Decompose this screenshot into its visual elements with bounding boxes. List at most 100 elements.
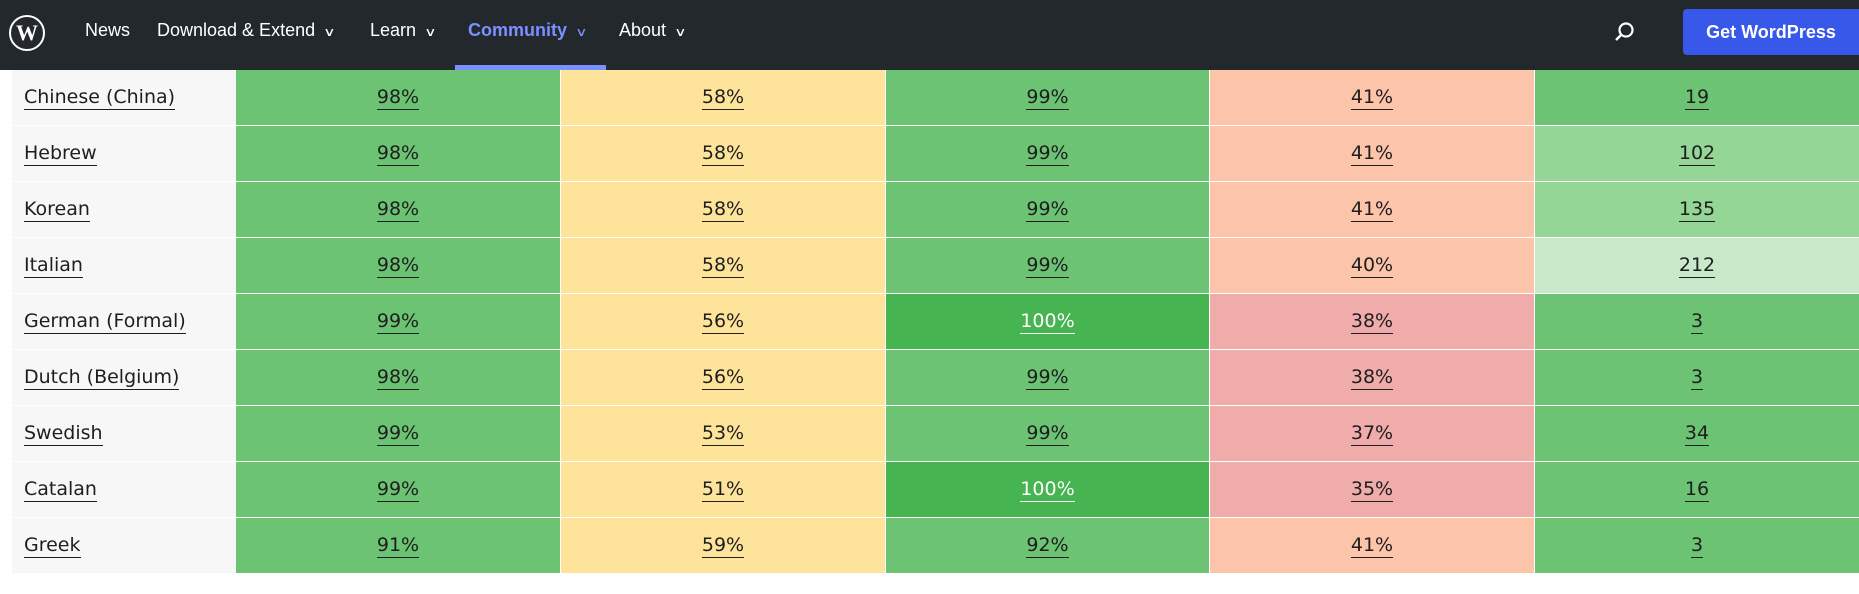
- locale-name-cell: Dutch (Belgium): [12, 350, 236, 405]
- stat-cell: 3: [1535, 294, 1859, 349]
- nav-community[interactable]: Community ∨: [468, 20, 588, 41]
- nav-download-extend[interactable]: Download & Extend ∨: [157, 20, 336, 41]
- stat-cell: 99%: [886, 238, 1209, 293]
- stat-link[interactable]: 98%: [376, 197, 420, 222]
- stat-link[interactable]: 41%: [1350, 141, 1394, 166]
- stat-link[interactable]: 58%: [701, 197, 745, 222]
- stat-link[interactable]: 212: [1678, 253, 1716, 278]
- stat-cell: 98%: [236, 70, 560, 125]
- stat-link[interactable]: 34: [1684, 421, 1710, 446]
- stat-link[interactable]: 38%: [1350, 309, 1394, 334]
- stat-link[interactable]: 98%: [376, 253, 420, 278]
- get-wordpress-button[interactable]: Get WordPress: [1683, 9, 1859, 55]
- chevron-down-icon: ∨: [674, 25, 687, 39]
- stat-cell: 99%: [886, 182, 1209, 237]
- stat-link[interactable]: 98%: [376, 85, 420, 110]
- stat-link[interactable]: 98%: [376, 365, 420, 390]
- stat-link[interactable]: 99%: [376, 421, 420, 446]
- stat-cell: 99%: [236, 462, 560, 517]
- stat-cell: 98%: [236, 182, 560, 237]
- locale-link[interactable]: German (Formal): [24, 309, 186, 334]
- stat-link[interactable]: 99%: [376, 477, 420, 502]
- locale-link[interactable]: Korean: [24, 197, 90, 222]
- stat-link[interactable]: 100%: [1020, 477, 1075, 502]
- stat-link[interactable]: 3: [1690, 533, 1704, 558]
- locale-link[interactable]: Swedish: [24, 421, 103, 446]
- stat-cell: 59%: [561, 518, 885, 573]
- stat-link[interactable]: 56%: [701, 365, 745, 390]
- stat-link[interactable]: 16: [1684, 477, 1710, 502]
- chevron-down-icon: ∨: [424, 25, 437, 39]
- stat-cell: 3: [1535, 518, 1859, 573]
- stat-link[interactable]: 98%: [376, 141, 420, 166]
- stat-link[interactable]: 99%: [1026, 197, 1069, 222]
- stat-link[interactable]: 58%: [701, 85, 745, 110]
- stat-link[interactable]: 3: [1690, 309, 1704, 334]
- stat-link[interactable]: 99%: [1026, 421, 1069, 446]
- nav-label: Community: [468, 20, 567, 40]
- table-row: Chinese (China) 98% 58% 99% 41% 19: [12, 70, 1859, 126]
- stat-cell: 40%: [1210, 238, 1534, 293]
- stat-cell: 53%: [561, 406, 885, 461]
- stat-link[interactable]: 37%: [1350, 421, 1394, 446]
- stat-link[interactable]: 99%: [1026, 85, 1069, 110]
- stat-link[interactable]: 40%: [1350, 253, 1394, 278]
- stat-cell: 99%: [886, 350, 1209, 405]
- locale-link[interactable]: Greek: [24, 533, 81, 558]
- locale-link[interactable]: Italian: [24, 253, 83, 278]
- search-icon[interactable]: [1612, 20, 1636, 44]
- nav-label: Download & Extend: [157, 20, 316, 40]
- stat-link[interactable]: 41%: [1350, 197, 1394, 222]
- locale-name-cell: Hebrew: [12, 126, 236, 181]
- chevron-down-icon: ∨: [323, 25, 336, 39]
- stat-link[interactable]: 41%: [1350, 533, 1394, 558]
- nav-label: Learn: [370, 20, 417, 40]
- stat-cell: 58%: [561, 126, 885, 181]
- wordpress-logo-icon[interactable]: W: [9, 15, 45, 51]
- stat-cell: 99%: [886, 406, 1209, 461]
- locale-link[interactable]: Catalan: [24, 477, 97, 502]
- stat-link[interactable]: 58%: [701, 141, 745, 166]
- nav-news[interactable]: News: [85, 20, 130, 41]
- stat-link[interactable]: 35%: [1350, 477, 1394, 502]
- stat-link[interactable]: 91%: [376, 533, 420, 558]
- table-row: Hebrew 98% 58% 99% 41% 102: [12, 126, 1859, 182]
- locale-name-cell: Korean: [12, 182, 236, 237]
- stat-link[interactable]: 58%: [701, 253, 745, 278]
- stat-link[interactable]: 100%: [1020, 309, 1075, 334]
- locale-name-cell: Catalan: [12, 462, 236, 517]
- stat-link[interactable]: 38%: [1350, 365, 1394, 390]
- stat-cell: 98%: [236, 350, 560, 405]
- stat-cell: 3: [1535, 350, 1859, 405]
- stat-link[interactable]: 53%: [701, 421, 745, 446]
- stat-cell: 92%: [886, 518, 1209, 573]
- locale-link[interactable]: Hebrew: [24, 141, 97, 166]
- stat-cell: 41%: [1210, 518, 1534, 573]
- stat-cell: 99%: [236, 294, 560, 349]
- chevron-down-icon: ∨: [575, 25, 588, 39]
- stat-link[interactable]: 99%: [1026, 253, 1069, 278]
- stat-link[interactable]: 99%: [376, 309, 420, 334]
- stat-link[interactable]: 56%: [701, 309, 745, 334]
- stat-link[interactable]: 135: [1678, 197, 1716, 222]
- stat-link[interactable]: 102: [1678, 141, 1716, 166]
- stat-link[interactable]: 41%: [1350, 85, 1394, 110]
- stat-link[interactable]: 3: [1690, 365, 1704, 390]
- nav-label: News: [85, 20, 131, 40]
- nav-about[interactable]: About ∨: [619, 20, 687, 41]
- stat-cell: 19: [1535, 70, 1859, 125]
- stat-link[interactable]: 99%: [1026, 141, 1069, 166]
- stat-cell: 37%: [1210, 406, 1534, 461]
- stat-link[interactable]: 19: [1684, 85, 1710, 110]
- stat-cell: 16: [1535, 462, 1859, 517]
- stat-cell: 100%: [886, 294, 1209, 349]
- table-row: Catalan 99% 51% 100% 35% 16: [12, 462, 1859, 518]
- stat-link[interactable]: 59%: [701, 533, 745, 558]
- stat-link[interactable]: 99%: [1026, 365, 1069, 390]
- table-row: Korean 98% 58% 99% 41% 135: [12, 182, 1859, 238]
- locale-link[interactable]: Dutch (Belgium): [24, 365, 180, 390]
- stat-link[interactable]: 51%: [701, 477, 745, 502]
- stat-link[interactable]: 92%: [1026, 533, 1069, 558]
- locale-link[interactable]: Chinese (China): [24, 85, 176, 110]
- nav-learn[interactable]: Learn ∨: [370, 20, 437, 41]
